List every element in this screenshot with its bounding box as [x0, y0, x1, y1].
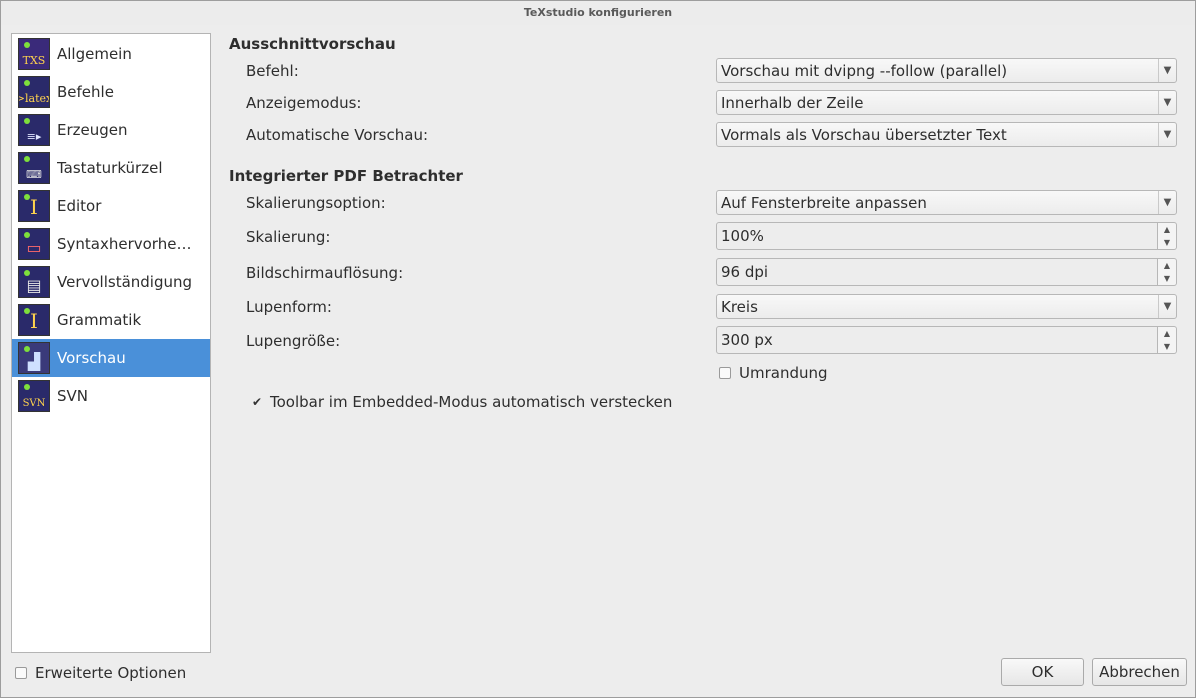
chevron-down-icon: ▼ [1158, 91, 1176, 114]
auto-preview-select-value: Vormals als Vorschau übersetzter Text [721, 125, 1007, 144]
sidebar-item-grammatik[interactable]: I Grammatik [12, 301, 210, 339]
display-mode-select-value: Innerhalb der Zeile [721, 93, 864, 112]
chevron-down-icon: ▼ [1158, 59, 1176, 82]
auto-preview-label: Automatische Vorschau: [246, 126, 429, 144]
advanced-options-row[interactable]: Erweiterte Optionen [15, 664, 186, 682]
chevron-up-icon[interactable]: ▲ [1158, 223, 1176, 236]
scaling-option-select[interactable]: Auf Fensterbreite anpassen ▼ [716, 190, 1177, 215]
resolution-spinbox[interactable]: 96 dpi ▲ ▼ [716, 258, 1177, 286]
sidebar-item-label: Allgemein [57, 45, 132, 63]
scaling-option-label: Skalierungsoption: [246, 194, 386, 212]
magnifier-size-input[interactable]: 300 px [716, 326, 1158, 354]
config-dialog: TeXstudio konfigurieren TXS Allgemein >l… [0, 0, 1196, 698]
auto-preview-select[interactable]: Vormals als Vorschau übersetzter Text ▼ [716, 122, 1177, 147]
magnifier-shape-select[interactable]: Kreis ▼ [716, 294, 1177, 319]
advanced-options-label: Erweiterte Optionen [35, 664, 187, 682]
sidebar-item-befehle[interactable]: >latex Befehle [12, 73, 210, 111]
section-title-snippet-preview: Ausschnittvorschau [229, 35, 396, 53]
sidebar-item-label: Grammatik [57, 311, 142, 329]
display-mode-select[interactable]: Innerhalb der Zeile ▼ [716, 90, 1177, 115]
completion-icon: ▤ [18, 266, 50, 298]
toolbar-autohide-label: Toolbar im Embedded-Modus automatisch ve… [270, 393, 673, 411]
advanced-options-checkbox[interactable] [15, 667, 27, 679]
sidebar-item-syntaxhervorhebung[interactable]: ▭ Syntaxhervorhebung [12, 225, 210, 263]
command-label: Befehl: [246, 62, 299, 80]
text-cursor-icon: I [18, 190, 50, 222]
checkmark-icon: ✔ [251, 395, 263, 409]
preview-icon: ▟ [18, 342, 50, 374]
command-select-value: Vorschau mit dvipng --follow (parallel) [721, 61, 1008, 80]
display-mode-label: Anzeigemodus: [246, 94, 362, 112]
scaling-spinbox[interactable]: 100% ▲ ▼ [716, 222, 1177, 250]
chevron-down-icon: ▼ [1158, 295, 1176, 318]
scaling-spin-buttons: ▲ ▼ [1158, 222, 1177, 250]
window-title: TeXstudio konfigurieren [1, 1, 1195, 25]
scaling-option-select-value: Auf Fensterbreite anpassen [721, 193, 927, 212]
magnifier-size-label: Lupengröße: [246, 332, 341, 350]
sidebar-item-tastaturkuerzel[interactable]: ⌨ Tastaturkürzel [12, 149, 210, 187]
build-icon: ≡▸ [18, 114, 50, 146]
sidebar-item-label: Syntaxhervorhebung [57, 235, 199, 253]
scaling-input[interactable]: 100% [716, 222, 1158, 250]
magnifier-shape-label: Lupenform: [246, 298, 332, 316]
border-checkbox-row[interactable]: Umrandung [719, 364, 828, 382]
command-select[interactable]: Vorschau mit dvipng --follow (parallel) … [716, 58, 1177, 83]
syntax-icon: ▭ [18, 228, 50, 260]
sidebar-item-vorschau[interactable]: ▟ Vorschau [12, 339, 210, 377]
sidebar-item-svn[interactable]: SVN SVN [12, 377, 210, 415]
chevron-down-icon[interactable]: ▼ [1158, 236, 1176, 249]
chevron-down-icon: ▼ [1158, 123, 1176, 146]
sidebar-item-label: Editor [57, 197, 102, 215]
border-checkbox-label: Umrandung [739, 364, 828, 382]
sidebar-item-label: SVN [57, 387, 89, 405]
chevron-down-icon[interactable]: ▼ [1158, 340, 1176, 353]
chevron-down-icon[interactable]: ▼ [1158, 272, 1176, 285]
resolution-spin-buttons: ▲ ▼ [1158, 258, 1177, 286]
magnifier-size-spin-buttons: ▲ ▼ [1158, 326, 1177, 354]
sidebar-item-label: Erzeugen [57, 121, 128, 139]
resolution-label: Bildschirmauflösung: [246, 264, 404, 282]
sidebar-item-allgemein[interactable]: TXS Allgemein [12, 35, 210, 73]
section-title-pdf-viewer: Integrierter PDF Betrachter [229, 167, 463, 185]
chevron-up-icon[interactable]: ▲ [1158, 259, 1176, 272]
scaling-label: Skalierung: [246, 228, 331, 246]
svn-icon: SVN [18, 380, 50, 412]
toolbar-autohide-checkbox[interactable]: ✔ [251, 395, 263, 409]
border-checkbox[interactable] [719, 367, 731, 379]
chevron-down-icon: ▼ [1158, 191, 1176, 214]
sidebar-item-label: Vorschau [57, 349, 126, 367]
sidebar-item-label: Befehle [57, 83, 114, 101]
latex-icon: >latex [18, 76, 50, 108]
sidebar-item-erzeugen[interactable]: ≡▸ Erzeugen [12, 111, 210, 149]
category-list[interactable]: TXS Allgemein >latex Befehle ≡▸ Erzeugen… [11, 33, 211, 653]
toolbar-autohide-checkbox-row[interactable]: ✔ Toolbar im Embedded-Modus automatisch … [251, 393, 672, 411]
txs-icon: TXS [18, 38, 50, 70]
magnifier-size-spinbox[interactable]: 300 px ▲ ▼ [716, 326, 1177, 354]
resolution-input[interactable]: 96 dpi [716, 258, 1158, 286]
sidebar-item-label: Vervollständigung [57, 273, 193, 291]
sidebar-item-label: Tastaturkürzel [57, 159, 163, 177]
sidebar-item-editor[interactable]: I Editor [12, 187, 210, 225]
grammar-icon: I [18, 304, 50, 336]
chevron-up-icon[interactable]: ▲ [1158, 327, 1176, 340]
keyboard-icon: ⌨ [18, 152, 50, 184]
magnifier-shape-select-value: Kreis [721, 297, 758, 316]
sidebar-item-vervollstaendigung[interactable]: ▤ Vervollständigung [12, 263, 210, 301]
ok-button[interactable]: OK [1001, 658, 1084, 686]
cancel-button[interactable]: Abbrechen [1092, 658, 1187, 686]
